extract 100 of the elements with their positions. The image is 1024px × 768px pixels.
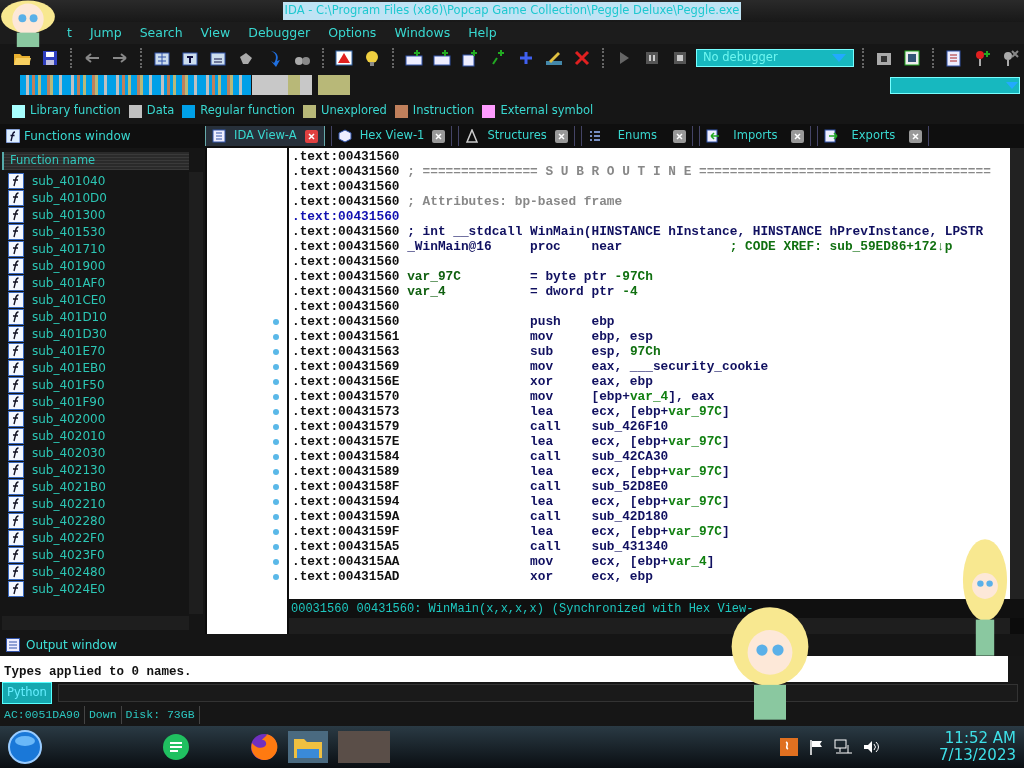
line-address[interactable]: .text:00431560 [292, 269, 400, 284]
line-address[interactable]: .text:004315AA [292, 554, 400, 569]
line-address[interactable]: .text:00431560 [292, 194, 400, 209]
tab[interactable]: Exports [816, 126, 929, 146]
line-address[interactable]: .text:00431570 [292, 389, 400, 404]
menu-item[interactable]: Help [459, 23, 506, 43]
grid-text-icon[interactable] [181, 49, 199, 67]
function-name[interactable]: sub_402030 [32, 443, 106, 462]
menu-item[interactable]: Debugger [239, 23, 320, 43]
line-address[interactable]: .text:00431573 [292, 404, 400, 419]
function-name[interactable]: sub_4010D0 [32, 188, 107, 207]
chip-icon[interactable] [903, 49, 921, 67]
line-address[interactable]: .text:00431560 [292, 284, 400, 299]
tab[interactable]: IDA View-A [205, 126, 325, 146]
list-icon[interactable] [945, 49, 963, 67]
close-icon[interactable] [790, 129, 804, 143]
function-name[interactable]: sub_401EB0 [32, 358, 106, 377]
line-address[interactable]: .text:0043158F [292, 479, 400, 494]
function-name[interactable]: sub_401AF0 [32, 273, 106, 292]
function-name[interactable]: sub_4022F0 [32, 528, 105, 547]
menu-item[interactable]: View [191, 23, 240, 43]
line-address[interactable]: .text:00431560 [292, 209, 400, 224]
line-address[interactable]: .text:00431560 [292, 299, 400, 314]
function-name[interactable]: sub_402280 [32, 511, 106, 530]
plus-icon[interactable] [517, 49, 535, 67]
flag-icon[interactable] [808, 739, 824, 755]
function-name[interactable]: sub_401900 [32, 256, 106, 275]
function-name[interactable]: sub_401300 [32, 205, 106, 224]
grid-text-icon[interactable] [153, 49, 171, 67]
line-address[interactable]: .text:00431560 [292, 314, 400, 329]
line-address[interactable]: .text:004315A5 [292, 539, 400, 554]
function-name[interactable]: sub_402210 [32, 494, 106, 513]
tab[interactable]: Enums [580, 126, 693, 146]
code-plus-icon[interactable] [405, 49, 423, 67]
close-icon[interactable] [432, 129, 446, 143]
navigation-band[interactable] [20, 75, 350, 95]
close-icon[interactable] [554, 129, 568, 143]
bulb-icon[interactable] [363, 49, 381, 67]
line-address[interactable]: .text:00431563 [292, 344, 400, 359]
line-address[interactable]: .text:0043159F [292, 524, 400, 539]
network-icon[interactable] [834, 739, 852, 755]
function-name[interactable]: sub_401F50 [32, 375, 105, 394]
function-name[interactable]: sub_401F90 [32, 392, 105, 411]
column-header[interactable]: Function name [2, 152, 189, 170]
line-address[interactable]: .text:0043156E [292, 374, 400, 389]
close-icon[interactable] [908, 129, 922, 143]
navigation-select[interactable] [890, 76, 1020, 94]
line-address[interactable]: .text:00431561 [292, 329, 400, 344]
function-name[interactable]: sub_401E70 [32, 341, 106, 360]
grid-text-icon[interactable] [209, 49, 227, 67]
save-icon[interactable] [41, 49, 59, 67]
line-address[interactable]: .text:00431560 [292, 254, 400, 269]
function-name[interactable]: sub_401CE0 [32, 290, 106, 309]
menu-item[interactable]: Jump [80, 23, 131, 43]
close-icon[interactable] [304, 129, 318, 143]
function-name[interactable]: sub_402000 [32, 409, 106, 428]
chat-app-icon[interactable] [162, 733, 190, 761]
line-address[interactable]: .text:00431584 [292, 449, 400, 464]
command-input[interactable] [57, 684, 1018, 702]
function-name[interactable]: sub_402010 [32, 426, 106, 445]
tab[interactable]: Imports [698, 126, 811, 146]
xref-comment[interactable]: ; CODE XREF: sub_59ED86+172↓p [729, 239, 953, 254]
function-name[interactable]: sub_4021B0 [32, 477, 106, 496]
line-address[interactable]: .text:0043159A [292, 509, 400, 524]
line-address[interactable]: .text:00431560 [292, 224, 400, 239]
line-address[interactable]: .text:00431594 [292, 494, 400, 509]
function-name[interactable]: sub_401040 [32, 171, 106, 190]
function-name[interactable]: sub_402480 [32, 562, 106, 581]
line-address[interactable]: .text:00431560 [292, 179, 400, 194]
line-address[interactable]: .text:00431569 [292, 359, 400, 374]
vertical-scrollbar[interactable] [1010, 148, 1024, 599]
function-name[interactable]: sub_402130 [32, 460, 106, 479]
warning-icon[interactable] [335, 49, 353, 67]
function-name[interactable]: sub_4023F0 [32, 545, 105, 564]
pause-icon[interactable] [643, 49, 661, 67]
pencil-icon[interactable] [545, 49, 563, 67]
menu-item[interactable]: Options [319, 23, 386, 43]
menu-item[interactable]: t [58, 23, 81, 43]
menu-item[interactable]: Search [130, 23, 192, 43]
letter-plus-icon[interactable] [461, 49, 479, 67]
line-address[interactable]: .text:0043157E [292, 434, 400, 449]
line-address[interactable]: .text:00431589 [292, 464, 400, 479]
pin-cross-icon[interactable] [1001, 49, 1019, 67]
function-name[interactable]: sub_401D30 [32, 324, 107, 343]
close-icon[interactable] [672, 129, 686, 143]
function-name[interactable]: sub_401D10 [32, 307, 107, 326]
stop-icon[interactable] [671, 49, 689, 67]
function-name[interactable]: sub_401710 [32, 239, 106, 258]
function-name[interactable]: sub_401530 [32, 222, 106, 241]
tab[interactable]: Hex View-1 [330, 126, 453, 146]
tab[interactable]: Structures [458, 126, 575, 146]
start-orb-icon[interactable] [8, 730, 42, 764]
line-address[interactable]: .text:00431560 [292, 239, 400, 254]
speaker-icon[interactable] [862, 739, 880, 755]
line-address[interactable]: .text:00431560 [292, 164, 400, 179]
menu-item[interactable]: Windows [385, 23, 460, 43]
pin-plus-icon[interactable] [973, 49, 991, 67]
line-address[interactable]: .text:00431579 [292, 419, 400, 434]
line-address[interactable]: .text:00431560 [292, 149, 400, 164]
function-name[interactable]: sub_4024E0 [32, 579, 106, 598]
